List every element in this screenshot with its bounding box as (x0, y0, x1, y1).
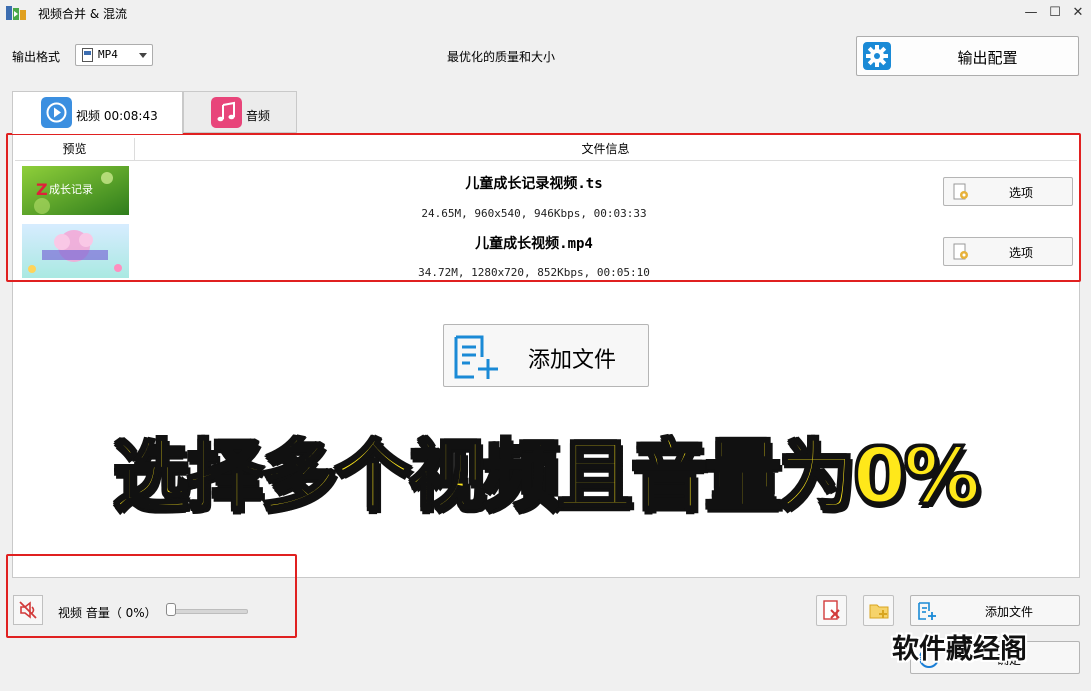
add-file-button-large[interactable]: 添加文件 (443, 324, 649, 387)
title-bar (0, 0, 1091, 26)
play-circle-icon (41, 97, 72, 128)
window-title: 视频合并 & 混流 (38, 7, 127, 21)
output-format-select[interactable]: MP4 (75, 44, 153, 66)
add-file-label: 添加文件 (528, 348, 617, 373)
minimize-button[interactable]: — (1020, 3, 1042, 23)
output-format-label: 输出格式 (12, 50, 61, 64)
tab-video-label: 视频 00:08:43 (76, 109, 158, 123)
add-folder-button[interactable] (863, 595, 894, 626)
highlight-box-volume (6, 554, 297, 638)
add-file-label: 添加文件 (984, 605, 1033, 619)
add-folder-icon (869, 604, 889, 619)
remove-file-button[interactable] (816, 595, 847, 626)
watermark-text: 软件藏经阁 (892, 634, 1027, 665)
maximize-button[interactable]: ☐ (1044, 3, 1066, 23)
output-config-button[interactable]: 输出配置 (856, 36, 1079, 76)
close-button[interactable]: ✕ (1067, 3, 1089, 23)
music-note-icon (211, 97, 242, 128)
add-file-button[interactable]: 添加文件 (910, 595, 1080, 626)
tab-audio-label: 音频 (246, 109, 271, 123)
output-config-label: 输出配置 (957, 49, 1018, 67)
tab-audio[interactable]: 音频 (183, 91, 297, 133)
chevron-down-icon (139, 53, 147, 58)
file-format-icon (82, 48, 93, 62)
delete-file-icon (823, 600, 840, 620)
tab-video[interactable]: 视频 00:08:43 (12, 91, 183, 134)
quality-description: 最优化的质量和大小 (447, 50, 556, 64)
app-logo-icon (6, 6, 26, 20)
highlight-box-file-list (6, 133, 1081, 282)
add-file-icon (454, 335, 498, 379)
overlay-caption: 选择多个视频且音量为0% (111, 430, 981, 522)
output-format-value: MP4 (98, 48, 118, 61)
